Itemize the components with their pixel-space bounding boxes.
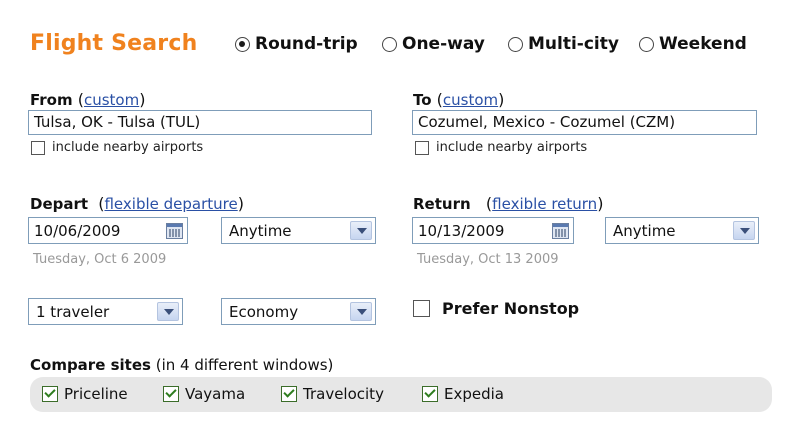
site-priceline[interactable]: Priceline [42,385,128,403]
from-input[interactable]: Tulsa, OK - Tulsa (TUL) [28,110,372,135]
travelers-value: 1 traveler [36,302,110,321]
trip-type-label: Round-trip [255,34,358,54]
depart-date-subtext: Tuesday, Oct 6 2009 [33,252,167,267]
to-nearby-label: include nearby airports [436,140,588,155]
return-label: Return [413,195,471,213]
calendar-icon[interactable] [552,222,569,239]
page-title: Flight Search [30,31,198,56]
site-label: Vayama [185,385,246,403]
site-expedia[interactable]: Expedia [422,385,504,403]
compare-sites-sublabel: (in 4 different windows) [155,356,334,374]
return-time-value: Anytime [613,221,676,240]
flexible-departure-link[interactable]: flexible departure [104,195,237,213]
site-label: Priceline [64,385,128,403]
checkbox-checked-icon[interactable] [42,386,58,402]
return-label-row: Return (flexible return) [413,194,604,213]
prefer-nonstop-label: Prefer Nonstop [442,299,580,318]
radio-icon[interactable] [508,36,523,52]
depart-date-input[interactable]: 10/06/2009 [28,217,188,244]
depart-label: Depart [30,195,89,213]
compare-sites-heading: Compare sites (in 4 different windows) [30,356,333,374]
site-label: Expedia [444,385,504,403]
travelers-select[interactable]: 1 traveler [28,298,183,325]
cabin-class-value: Economy [229,302,299,321]
checkbox-checked-icon[interactable] [422,386,438,402]
trip-type-round-trip[interactable]: Round-trip [235,34,358,54]
to-nearby-row[interactable]: include nearby airports [415,140,587,155]
to-label: To [413,91,432,109]
to-custom-link[interactable]: custom [443,91,498,109]
trip-type-label: One-way [402,34,485,54]
return-date-subtext: Tuesday, Oct 13 2009 [417,252,559,267]
from-label: From [30,91,73,109]
trip-type-multi-city[interactable]: Multi-city [508,34,619,54]
radio-icon[interactable] [639,36,654,52]
calendar-icon[interactable] [166,222,183,239]
checkbox-checked-icon[interactable] [281,386,297,402]
return-date-input[interactable]: 10/13/2009 [412,217,574,244]
checkbox-checked-icon[interactable] [163,386,179,402]
cabin-class-select[interactable]: Economy [221,298,376,325]
to-label-row: To (custom) [413,90,505,109]
to-input[interactable]: Cozumel, Mexico - Cozumel (CZM) [412,110,757,135]
return-date-value: 10/13/2009 [418,221,505,240]
prefer-nonstop-row[interactable]: Prefer Nonstop [413,299,579,318]
from-nearby-checkbox[interactable] [31,140,45,155]
from-custom-link[interactable]: custom [84,91,139,109]
depart-date-value: 10/06/2009 [34,221,121,240]
chevron-down-icon[interactable] [350,221,372,240]
depart-label-row: Depart (flexible departure) [30,194,244,213]
depart-time-select[interactable]: Anytime [221,217,376,244]
chevron-down-icon[interactable] [733,221,755,240]
compare-sites-bar [30,377,772,412]
trip-type-weekend[interactable]: Weekend [639,34,747,54]
prefer-nonstop-checkbox[interactable] [413,300,430,317]
trip-type-label: Multi-city [528,34,619,54]
from-nearby-label: include nearby airports [52,140,204,155]
return-time-select[interactable]: Anytime [605,217,759,244]
trip-type-one-way[interactable]: One-way [382,34,485,54]
depart-time-value: Anytime [229,221,292,240]
site-vayama[interactable]: Vayama [163,385,245,403]
from-label-row: From (custom) [30,90,146,109]
radio-icon[interactable] [382,36,397,52]
site-label: Travelocity [303,385,384,403]
chevron-down-icon[interactable] [157,302,179,321]
radio-selected-icon[interactable] [235,36,250,52]
chevron-down-icon[interactable] [350,302,372,321]
trip-type-label: Weekend [659,34,747,54]
to-nearby-checkbox[interactable] [415,140,429,155]
flexible-return-link[interactable]: flexible return [492,195,597,213]
site-travelocity[interactable]: Travelocity [281,385,384,403]
compare-sites-label: Compare sites [30,356,151,374]
from-nearby-row[interactable]: include nearby airports [31,140,203,155]
